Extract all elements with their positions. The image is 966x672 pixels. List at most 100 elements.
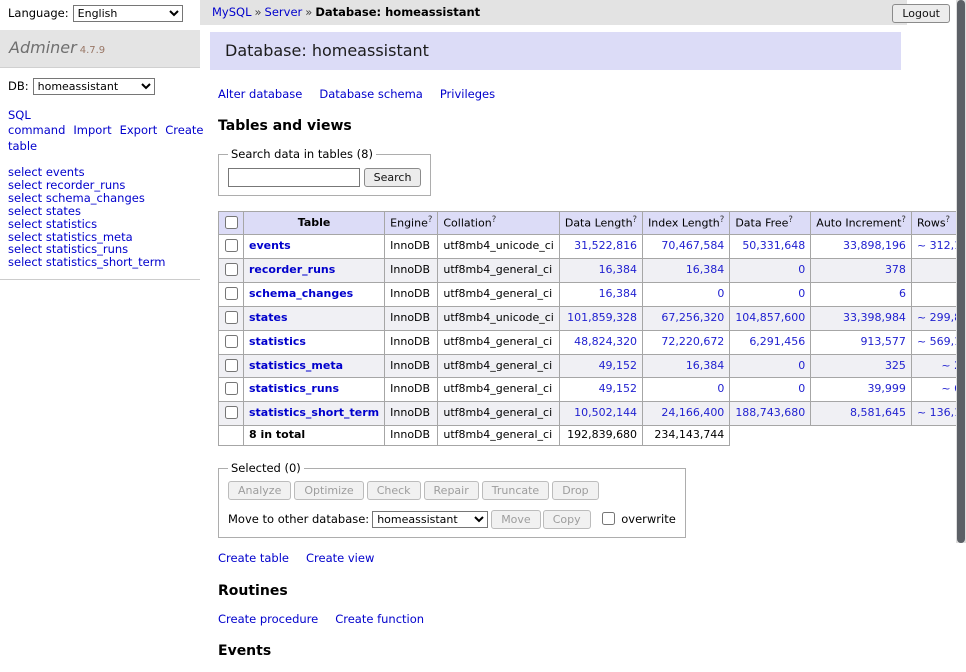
routine-create-link[interactable]: Create procedure (218, 612, 318, 626)
move-label: Move to other database: (228, 512, 369, 526)
data-length-cell[interactable]: 31,522,816 (559, 235, 642, 259)
auto-increment-cell[interactable]: 8,581,645 (811, 402, 912, 426)
column-help-link[interactable]: Engine (390, 216, 428, 229)
column-header: Index Length? (643, 211, 730, 235)
data-length-cell[interactable]: 49,152 (559, 378, 642, 402)
collation-cell: utf8mb4_unicode_ci (438, 235, 559, 259)
logout-button[interactable]: Logout (892, 4, 950, 23)
db-action-link[interactable]: Alter database (218, 87, 302, 101)
row-checkbox[interactable] (225, 406, 238, 419)
auto-increment-cell[interactable]: 33,898,196 (811, 235, 912, 259)
sidebar-action-link[interactable]: SQL command (8, 108, 65, 138)
data-free-cell[interactable]: 188,743,680 (730, 402, 811, 426)
data-free-cell[interactable]: 0 (730, 259, 811, 283)
data-free-cell[interactable]: 104,857,600 (730, 306, 811, 330)
language-bar: Language:English (8, 5, 183, 22)
index-length-cell[interactable]: 0 (643, 283, 730, 307)
index-length-cell[interactable]: 16,384 (643, 354, 730, 378)
db-action-link[interactable]: Database schema (319, 87, 422, 101)
column-help-link[interactable]: Collation (443, 216, 491, 229)
auto-increment-cell[interactable]: 913,577 (811, 330, 912, 354)
column-help-link[interactable]: Data Free (735, 216, 788, 229)
table-name-link[interactable]: states (249, 311, 288, 324)
column-help-link[interactable]: Data Length (565, 216, 633, 229)
data-length-cell[interactable]: 16,384 (559, 283, 642, 307)
sidebar-actions: SQL commandImportExportCreate table (8, 108, 160, 155)
routine-create-link[interactable]: Create function (335, 612, 424, 626)
sidebar-action-link[interactable]: Import (73, 123, 111, 137)
help-sup-icon: ? (788, 215, 793, 225)
table-structure-link[interactable]: statistics_short_term (46, 255, 166, 269)
row-checkbox[interactable] (225, 287, 238, 300)
row-checkbox[interactable] (225, 263, 238, 276)
row-checkbox[interactable] (225, 359, 238, 372)
data-free-cell[interactable]: 0 (730, 283, 811, 307)
copy-button[interactable]: Copy (543, 510, 591, 529)
auto-increment-cell[interactable]: 325 (811, 354, 912, 378)
table-name-link[interactable]: statistics_runs (249, 382, 339, 395)
auto-increment-cell[interactable]: 378 (811, 259, 912, 283)
table-operation-button[interactable]: Check (367, 481, 421, 500)
row-checkbox[interactable] (225, 335, 238, 348)
data-length-cell[interactable]: 48,824,320 (559, 330, 642, 354)
table-name-link[interactable]: statistics (249, 335, 306, 348)
create-link[interactable]: Create view (306, 551, 374, 565)
column-help-link[interactable]: Auto Increment (816, 216, 901, 229)
db-action-link[interactable]: Privileges (440, 87, 495, 101)
search-button[interactable]: Search (364, 168, 422, 187)
data-length-cell[interactable]: 16,384 (559, 259, 642, 283)
create-link[interactable]: Create table (218, 551, 289, 565)
auto-increment-cell[interactable]: 39,999 (811, 378, 912, 402)
adminer-logo-link[interactable]: Adminer (9, 38, 77, 57)
auto-increment-cell[interactable]: 33,398,984 (811, 306, 912, 330)
data-length-cell[interactable]: 101,859,328 (559, 306, 642, 330)
row-checkbox[interactable] (225, 239, 238, 252)
move-button[interactable]: Move (491, 510, 541, 529)
table-column-header: Table (244, 211, 385, 235)
breadcrumb-mysql-link[interactable]: MySQL (212, 5, 252, 19)
table-operation-button[interactable]: Truncate (482, 481, 549, 500)
auto-increment-cell[interactable]: 6 (811, 283, 912, 307)
help-sup-icon: ? (946, 215, 951, 225)
db-select[interactable]: homeassistant (33, 78, 155, 95)
index-length-cell[interactable]: 72,220,672 (643, 330, 730, 354)
table-operation-button[interactable]: Drop (552, 481, 598, 500)
overwrite-checkbox[interactable] (602, 512, 615, 525)
table-operation-button[interactable]: Analyze (228, 481, 291, 500)
language-select[interactable]: English (73, 5, 183, 22)
row-checkbox[interactable] (225, 311, 238, 324)
vertical-scrollbar[interactable] (956, 0, 966, 543)
table-operation-button[interactable]: Repair (424, 481, 479, 500)
index-length-cell[interactable]: 16,384 (643, 259, 730, 283)
index-length-cell[interactable]: 67,256,320 (643, 306, 730, 330)
table-name-link[interactable]: statistics_short_term (249, 406, 379, 419)
row-check-cell (219, 402, 244, 426)
column-help-link[interactable]: Rows (917, 216, 946, 229)
row-checkbox[interactable] (225, 382, 238, 395)
table-name-link[interactable]: recorder_runs (249, 263, 335, 276)
sidebar-action-link[interactable]: Export (120, 123, 158, 137)
table-name-link[interactable]: schema_changes (249, 287, 353, 300)
index-length-cell[interactable]: 70,467,584 (643, 235, 730, 259)
table-name-link[interactable]: statistics_meta (249, 359, 343, 372)
overwrite-option[interactable]: overwrite (598, 512, 676, 526)
table-name-cell: recorder_runs (244, 259, 385, 283)
data-free-cell[interactable]: 6,291,456 (730, 330, 811, 354)
search-input[interactable] (228, 168, 360, 187)
select-all-checkbox[interactable] (225, 216, 238, 229)
table-operation-button[interactable]: Optimize (294, 481, 363, 500)
move-db-select[interactable]: homeassistant (372, 511, 488, 528)
data-free-cell[interactable]: 50,331,648 (730, 235, 811, 259)
data-length-cell[interactable]: 10,502,144 (559, 402, 642, 426)
index-length-cell[interactable]: 0 (643, 378, 730, 402)
select-table-link[interactable]: select (8, 255, 42, 269)
column-help-link[interactable]: Index Length (648, 216, 720, 229)
scrollbar-thumb[interactable] (957, 0, 965, 543)
index-length-cell[interactable]: 24,166,400 (643, 402, 730, 426)
data-length-cell[interactable]: 49,152 (559, 354, 642, 378)
data-free-cell[interactable]: 0 (730, 378, 811, 402)
sidebar: Adminer4.7.9 DB:homeassistant SQL comman… (0, 30, 200, 280)
data-free-cell[interactable]: 0 (730, 354, 811, 378)
breadcrumb-server-link[interactable]: Server (265, 5, 303, 19)
table-name-link[interactable]: events (249, 239, 291, 252)
